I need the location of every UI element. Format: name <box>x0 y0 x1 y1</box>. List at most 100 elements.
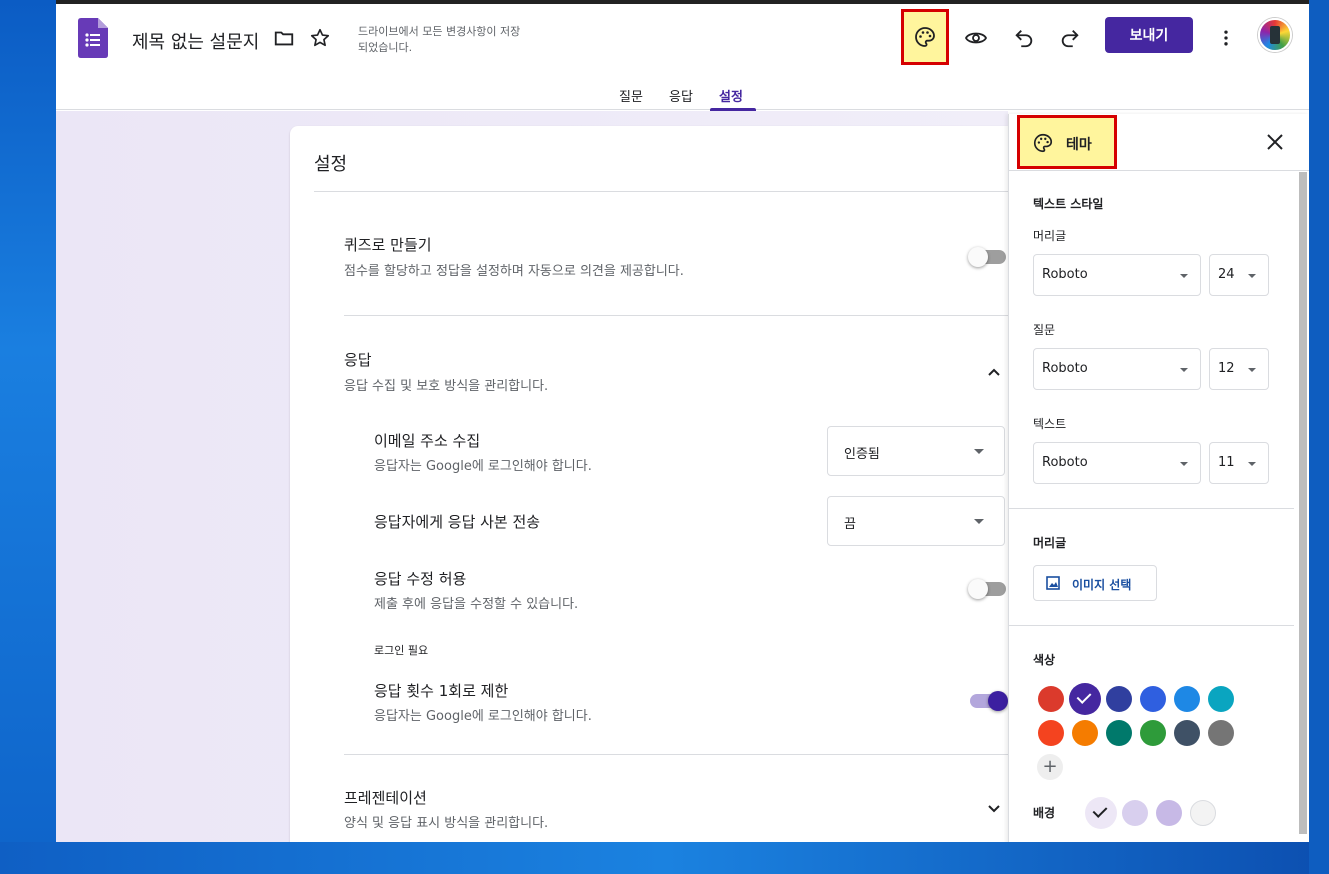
more-options-icon[interactable] <box>1214 26 1238 50</box>
color-swatch[interactable] <box>1069 683 1101 715</box>
color-label: 색상 <box>1033 653 1056 667</box>
login-required-heading: 로그인 필요 <box>374 644 429 657</box>
color-swatch[interactable] <box>1038 720 1064 746</box>
divider <box>1009 508 1294 509</box>
responses-section-title: 응답 <box>344 351 372 369</box>
limit-one-response-title: 응답 횟수 1회로 제한 <box>374 682 509 700</box>
panel-scrollbar[interactable] <box>1299 172 1307 834</box>
color-swatch[interactable] <box>1072 720 1098 746</box>
text-style-label: 텍스트 스타일 <box>1033 197 1104 211</box>
divider <box>344 315 1008 316</box>
text-size-value: 11 <box>1218 455 1235 470</box>
background-swatch[interactable] <box>1122 800 1148 826</box>
header-font-select[interactable]: Roboto <box>1033 254 1201 296</box>
responses-section-description: 응답 수집 및 보호 방식을 관리합니다. <box>344 379 549 394</box>
color-swatch[interactable] <box>1208 720 1234 746</box>
text-font-label: 텍스트 <box>1033 417 1067 431</box>
presentation-section-title: 프레젠테이션 <box>344 789 427 807</box>
send-copy-title: 응답자에게 응답 사본 전송 <box>374 513 541 531</box>
desktop-background-right <box>1309 0 1329 874</box>
preview-eye-icon[interactable] <box>964 26 988 50</box>
allow-edit-title: 응답 수정 허용 <box>374 570 467 588</box>
color-swatch[interactable] <box>1208 686 1234 712</box>
settings-title: 설정 <box>314 154 348 175</box>
allow-edit-description: 제출 후에 응답을 수정할 수 있습니다. <box>374 597 579 612</box>
question-size-value: 12 <box>1218 361 1235 376</box>
question-size-select[interactable]: 12 <box>1209 348 1269 390</box>
color-swatch[interactable] <box>1106 720 1132 746</box>
header-size-select[interactable]: 24 <box>1209 254 1269 296</box>
send-button[interactable]: 보내기 <box>1105 17 1193 53</box>
close-icon[interactable] <box>1265 132 1285 152</box>
google-forms-logo-icon[interactable] <box>78 18 108 58</box>
color-swatch[interactable] <box>1106 686 1132 712</box>
tab-responses[interactable]: 응답 <box>669 86 693 105</box>
divider <box>344 754 1008 755</box>
dropdown-arrow-icon <box>1180 462 1188 466</box>
dropdown-arrow-icon <box>974 519 984 524</box>
add-custom-color-button[interactable]: + <box>1037 754 1063 780</box>
theme-title: 테마 <box>1066 137 1092 153</box>
document-title[interactable]: 제목 없는 설문지 <box>132 28 259 54</box>
collect-email-title: 이메일 주소 수집 <box>374 432 481 450</box>
collect-email-select[interactable]: 인증됨 <box>827 426 1005 476</box>
tab-questions[interactable]: 질문 <box>619 86 643 105</box>
color-swatch[interactable] <box>1140 686 1166 712</box>
color-swatch[interactable] <box>1038 686 1064 712</box>
limit-one-response-toggle[interactable] <box>970 691 1008 711</box>
question-font-label: 질문 <box>1033 323 1056 337</box>
customize-theme-button[interactable] <box>901 9 949 65</box>
redo-icon[interactable] <box>1058 26 1082 50</box>
text-font-value: Roboto <box>1042 455 1088 470</box>
header-font-value: Roboto <box>1042 267 1088 282</box>
background-swatch[interactable] <box>1085 797 1117 829</box>
settings-card: 설정 퀴즈로 만들기 점수를 할당하고 정답을 설정하며 자동으로 의견을 제공… <box>290 126 1008 842</box>
save-status-text: 드라이브에서 모든 변경사항이 저장되었습니다. <box>358 25 521 54</box>
background-label: 배경 <box>1033 806 1056 820</box>
forms-header: 제목 없는 설문지 드라이브에서 모든 변경사항이 저장되었습니다. 보내기 질… <box>56 4 1309 111</box>
desktop-background-left <box>0 0 56 874</box>
question-font-select[interactable]: Roboto <box>1033 348 1201 390</box>
palette-icon <box>1033 133 1053 153</box>
account-avatar[interactable] <box>1258 18 1292 52</box>
color-swatch[interactable] <box>1140 720 1166 746</box>
background-swatch[interactable] <box>1156 800 1182 826</box>
color-swatch[interactable] <box>1174 686 1200 712</box>
allow-edit-toggle[interactable] <box>968 579 1006 599</box>
star-icon[interactable] <box>308 26 332 50</box>
quiz-description: 점수를 할당하고 정답을 설정하며 자동으로 의견을 제공합니다. <box>344 264 684 279</box>
theme-title-box: 테마 <box>1017 115 1117 169</box>
header-size-value: 24 <box>1218 267 1235 282</box>
header-font-label: 머리글 <box>1033 229 1067 243</box>
quiz-toggle[interactable] <box>968 247 1006 267</box>
chevron-down-icon[interactable] <box>986 801 1002 817</box>
background-swatch[interactable] <box>1190 800 1216 826</box>
text-font-select[interactable]: Roboto <box>1033 442 1201 484</box>
color-swatch[interactable] <box>1174 720 1200 746</box>
chevron-up-icon[interactable] <box>986 364 1002 380</box>
select-image-label: 이미지 선택 <box>1072 578 1132 592</box>
presentation-section-description: 양식 및 응답 표시 방식을 관리합니다. <box>344 816 549 831</box>
tab-settings[interactable]: 설정 <box>719 86 743 105</box>
text-size-select[interactable]: 11 <box>1209 442 1269 484</box>
divider <box>314 191 1008 192</box>
send-copy-select[interactable]: 끔 <box>827 496 1005 546</box>
dropdown-arrow-icon <box>1180 274 1188 278</box>
browser-window: 제목 없는 설문지 드라이브에서 모든 변경사항이 저장되었습니다. 보내기 질… <box>56 0 1309 842</box>
divider <box>1009 625 1294 626</box>
theme-panel: 테마 텍스트 스타일 머리글 Roboto 24 질문 Roboto 12 텍스… <box>1008 114 1309 842</box>
select-image-button[interactable]: 이미지 선택 <box>1033 565 1157 601</box>
limit-one-response-description: 응답자는 Google에 로그인해야 합니다. <box>374 709 592 724</box>
dropdown-arrow-icon <box>1248 462 1256 466</box>
question-font-value: Roboto <box>1042 361 1088 376</box>
dropdown-arrow-icon <box>974 449 984 454</box>
form-tabs: 질문 응답 설정 <box>56 80 1309 110</box>
send-copy-value: 끔 <box>844 517 856 532</box>
image-icon <box>1046 576 1060 590</box>
collect-email-description: 응답자는 Google에 로그인해야 합니다. <box>374 459 592 474</box>
palette-icon <box>915 27 935 47</box>
undo-icon[interactable] <box>1012 26 1036 50</box>
folder-icon[interactable] <box>272 26 296 50</box>
dropdown-arrow-icon <box>1248 368 1256 372</box>
dropdown-arrow-icon <box>1180 368 1188 372</box>
